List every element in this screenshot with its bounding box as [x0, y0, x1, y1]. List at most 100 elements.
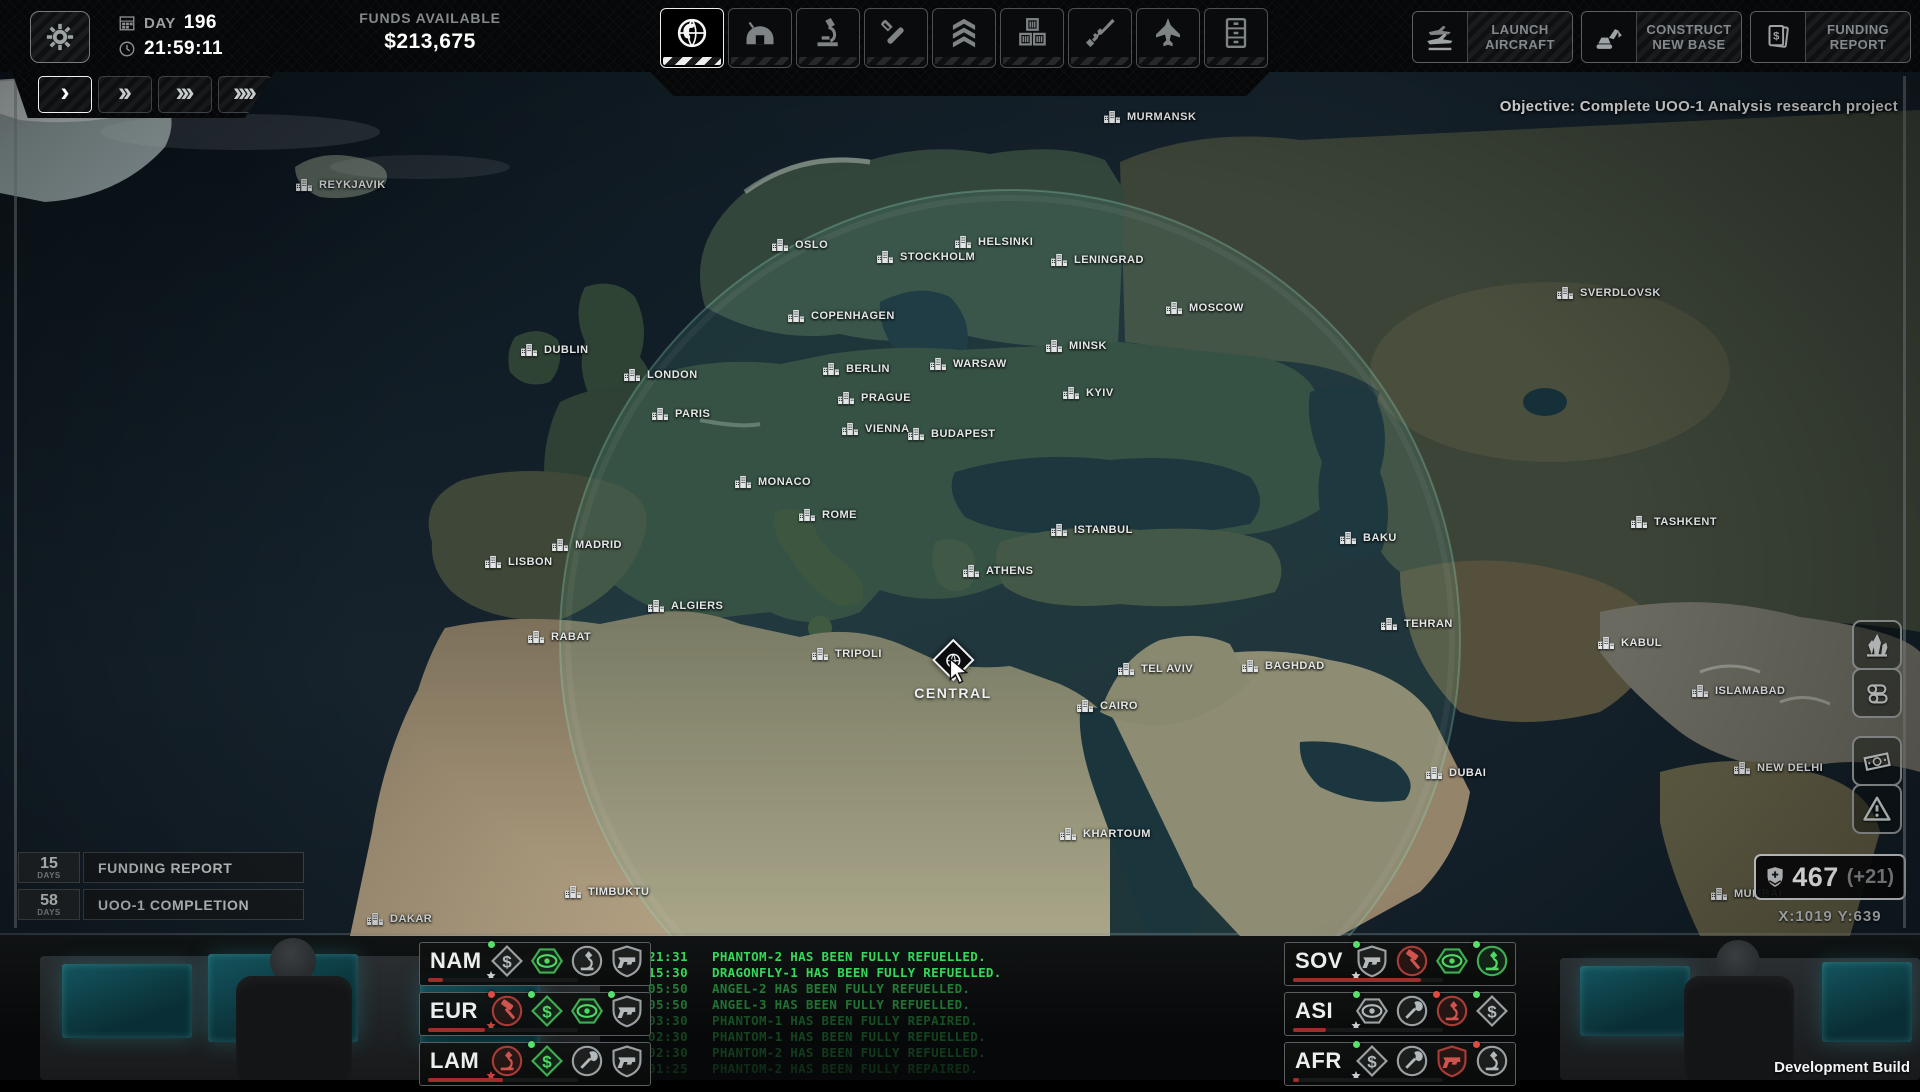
city-marker-khartoum[interactable]: KHARTOUM	[1059, 827, 1151, 841]
city-marker-baghdad[interactable]: BAGHDAD	[1241, 659, 1325, 673]
region-status-dollar[interactable]: $	[1354, 1043, 1390, 1079]
region-status-dollar[interactable]: $	[529, 993, 565, 1029]
city-marker-istanbul[interactable]: ISTANBUL	[1050, 523, 1133, 537]
region-row-eur[interactable]: EUR$	[419, 992, 651, 1036]
score-badge[interactable]: 467 (+21)	[1754, 854, 1906, 900]
city-marker-baku[interactable]: BAKU	[1339, 531, 1397, 545]
city-marker-minsk[interactable]: MINSK	[1045, 339, 1107, 353]
city-marker-berlin[interactable]: BERLIN	[822, 362, 890, 376]
overlay-alenium-button[interactable]	[1852, 620, 1902, 670]
city-marker-rome[interactable]: ROME	[798, 508, 857, 522]
region-status-wrench[interactable]	[1394, 1043, 1430, 1079]
region-row-afr[interactable]: AFR$	[1284, 1042, 1516, 1086]
region-row-nam[interactable]: NAM$	[419, 942, 651, 986]
region-status-hammer[interactable]	[489, 993, 525, 1029]
region-status-dollar[interactable]: $	[1474, 993, 1510, 1029]
city-marker-algiers[interactable]: ALGIERS	[647, 599, 723, 613]
city-marker-tashkent[interactable]: TASHKENT	[1630, 515, 1717, 529]
warning-icon	[1862, 794, 1892, 824]
region-row-sov[interactable]: SOV	[1284, 942, 1516, 986]
city-marker-warsaw[interactable]: WARSAW	[929, 357, 1007, 371]
city-marker-helsinki[interactable]: HELSINKI	[954, 235, 1033, 249]
nav-geoscape[interactable]	[660, 8, 724, 68]
region-status-microscope[interactable]	[1474, 943, 1510, 979]
region-status-microscope[interactable]	[489, 1043, 525, 1079]
region-status-eye[interactable]	[529, 943, 565, 979]
city-marker-athens[interactable]: ATHENS	[962, 564, 1033, 578]
city-marker-kabul[interactable]: KABUL	[1597, 636, 1662, 650]
region-status-hammer[interactable]	[1394, 943, 1430, 979]
city-marker-islamabad[interactable]: ISLAMABAD	[1691, 684, 1786, 698]
region-status-dollar[interactable]: $	[529, 1043, 565, 1079]
city-marker-tripoli[interactable]: TRIPOLI	[811, 647, 882, 661]
region-status-eye[interactable]	[1434, 943, 1470, 979]
city-marker-cairo[interactable]: CAIRO	[1076, 699, 1138, 713]
region-row-asi[interactable]: ASI$	[1284, 992, 1516, 1036]
city-marker-london[interactable]: LONDON	[623, 368, 698, 382]
countdown-funding-report[interactable]: 15DAYS FUNDING REPORT	[18, 852, 304, 883]
city-label: ISLAMABAD	[1715, 685, 1786, 697]
nav-bases[interactable]	[728, 8, 792, 68]
city-marker-tehran[interactable]: TEHRAN	[1380, 617, 1453, 631]
region-status-eye[interactable]	[569, 993, 605, 1029]
city-marker-rabat[interactable]: RABAT	[527, 630, 591, 644]
nav-personnel[interactable]	[932, 8, 996, 68]
city-marker-murmansk[interactable]: MURMANSK	[1103, 110, 1196, 124]
region-status-gun[interactable]	[609, 1043, 645, 1079]
speed-3-button[interactable]: ›››	[158, 76, 212, 113]
city-marker-dubai[interactable]: DUBAI	[1425, 766, 1486, 780]
world-map[interactable]: MURMANSK REYKJAVIK OSLO STOCKHOLMHELSINKI LE…	[0, 72, 1920, 936]
city-marker-dakar[interactable]: DAKAR	[366, 912, 432, 926]
city-marker-new-delhi[interactable]: NEW DELHI	[1733, 761, 1823, 775]
city-marker-tel-aviv[interactable]: TEL AVIV	[1117, 662, 1193, 676]
launch-aircraft-button[interactable]: LAUNCH AIRCRAFT	[1412, 11, 1573, 63]
city-marker-kyiv[interactable]: KYIV	[1062, 386, 1114, 400]
funding-report-button[interactable]: $FUNDING REPORT	[1750, 11, 1911, 63]
region-status-microscope[interactable]	[1434, 993, 1470, 1029]
city-marker-copenhagen[interactable]: COPENHAGEN	[787, 309, 895, 323]
city-marker-timbuktu[interactable]: TIMBUKTU	[564, 885, 649, 899]
city-marker-lisbon[interactable]: LISBON	[484, 555, 553, 569]
construct-new-base-button[interactable]: CONSTRUCT NEW BASE	[1581, 11, 1742, 63]
city-marker-vienna[interactable]: VIENNA	[841, 422, 910, 436]
region-status-gun[interactable]	[609, 993, 645, 1029]
city-marker-budapest[interactable]: BUDAPEST	[907, 427, 996, 441]
city-marker-leningrad[interactable]: LENINGRAD	[1050, 253, 1144, 267]
region-status-gun[interactable]	[1434, 1043, 1470, 1079]
city-buildings-icon	[1597, 636, 1616, 650]
overlay-funds-button[interactable]	[1852, 736, 1902, 786]
region-status-eye[interactable]	[1354, 993, 1390, 1029]
nav-aircraft[interactable]	[1136, 8, 1200, 68]
region-status-gun[interactable]	[1354, 943, 1390, 979]
city-marker-reykjavik[interactable]: REYKJAVIK	[295, 178, 386, 192]
region-status-microscope[interactable]	[1474, 1043, 1510, 1079]
city-marker-moscow[interactable]: MOSCOW	[1165, 301, 1244, 315]
nav-archives[interactable]	[1204, 8, 1268, 68]
region-status-gun[interactable]	[609, 943, 645, 979]
city-marker-sverdlovsk[interactable]: SVERDLOVSK	[1556, 286, 1661, 300]
speed-2-button[interactable]: ››	[98, 76, 152, 113]
overlay-alerts-button[interactable]	[1852, 784, 1902, 834]
region-status-dollar[interactable]: $	[489, 943, 525, 979]
region-status-wrench[interactable]	[1394, 993, 1430, 1029]
region-row-lam[interactable]: LAM$	[419, 1042, 651, 1086]
city-marker-madrid[interactable]: MADRID	[551, 538, 622, 552]
region-status-wrench[interactable]	[569, 1043, 605, 1079]
overlay-fuel-button[interactable]	[1852, 668, 1902, 718]
countdown-uoo1-completion[interactable]: 58DAYS UOO-1 COMPLETION	[18, 889, 304, 920]
day-label: DAY	[144, 15, 176, 32]
city-marker-prague[interactable]: PRAGUE	[837, 391, 911, 405]
settings-button[interactable]	[30, 11, 90, 63]
nav-stores[interactable]	[1000, 8, 1064, 68]
nav-armoury[interactable]	[1068, 8, 1132, 68]
region-status-microscope[interactable]	[569, 943, 605, 979]
nav-engineering[interactable]	[864, 8, 928, 68]
nav-research[interactable]	[796, 8, 860, 68]
city-marker-oslo[interactable]: OSLO	[771, 238, 828, 252]
city-marker-monaco[interactable]: MONACO	[734, 475, 811, 489]
city-marker-stockholm[interactable]: STOCKHOLM	[876, 250, 975, 264]
city-marker-paris[interactable]: PARIS	[651, 407, 710, 421]
hazard-stripe	[1207, 57, 1265, 65]
speed-1-button[interactable]: ›	[38, 76, 92, 113]
city-marker-dublin[interactable]: DUBLIN	[520, 343, 589, 357]
